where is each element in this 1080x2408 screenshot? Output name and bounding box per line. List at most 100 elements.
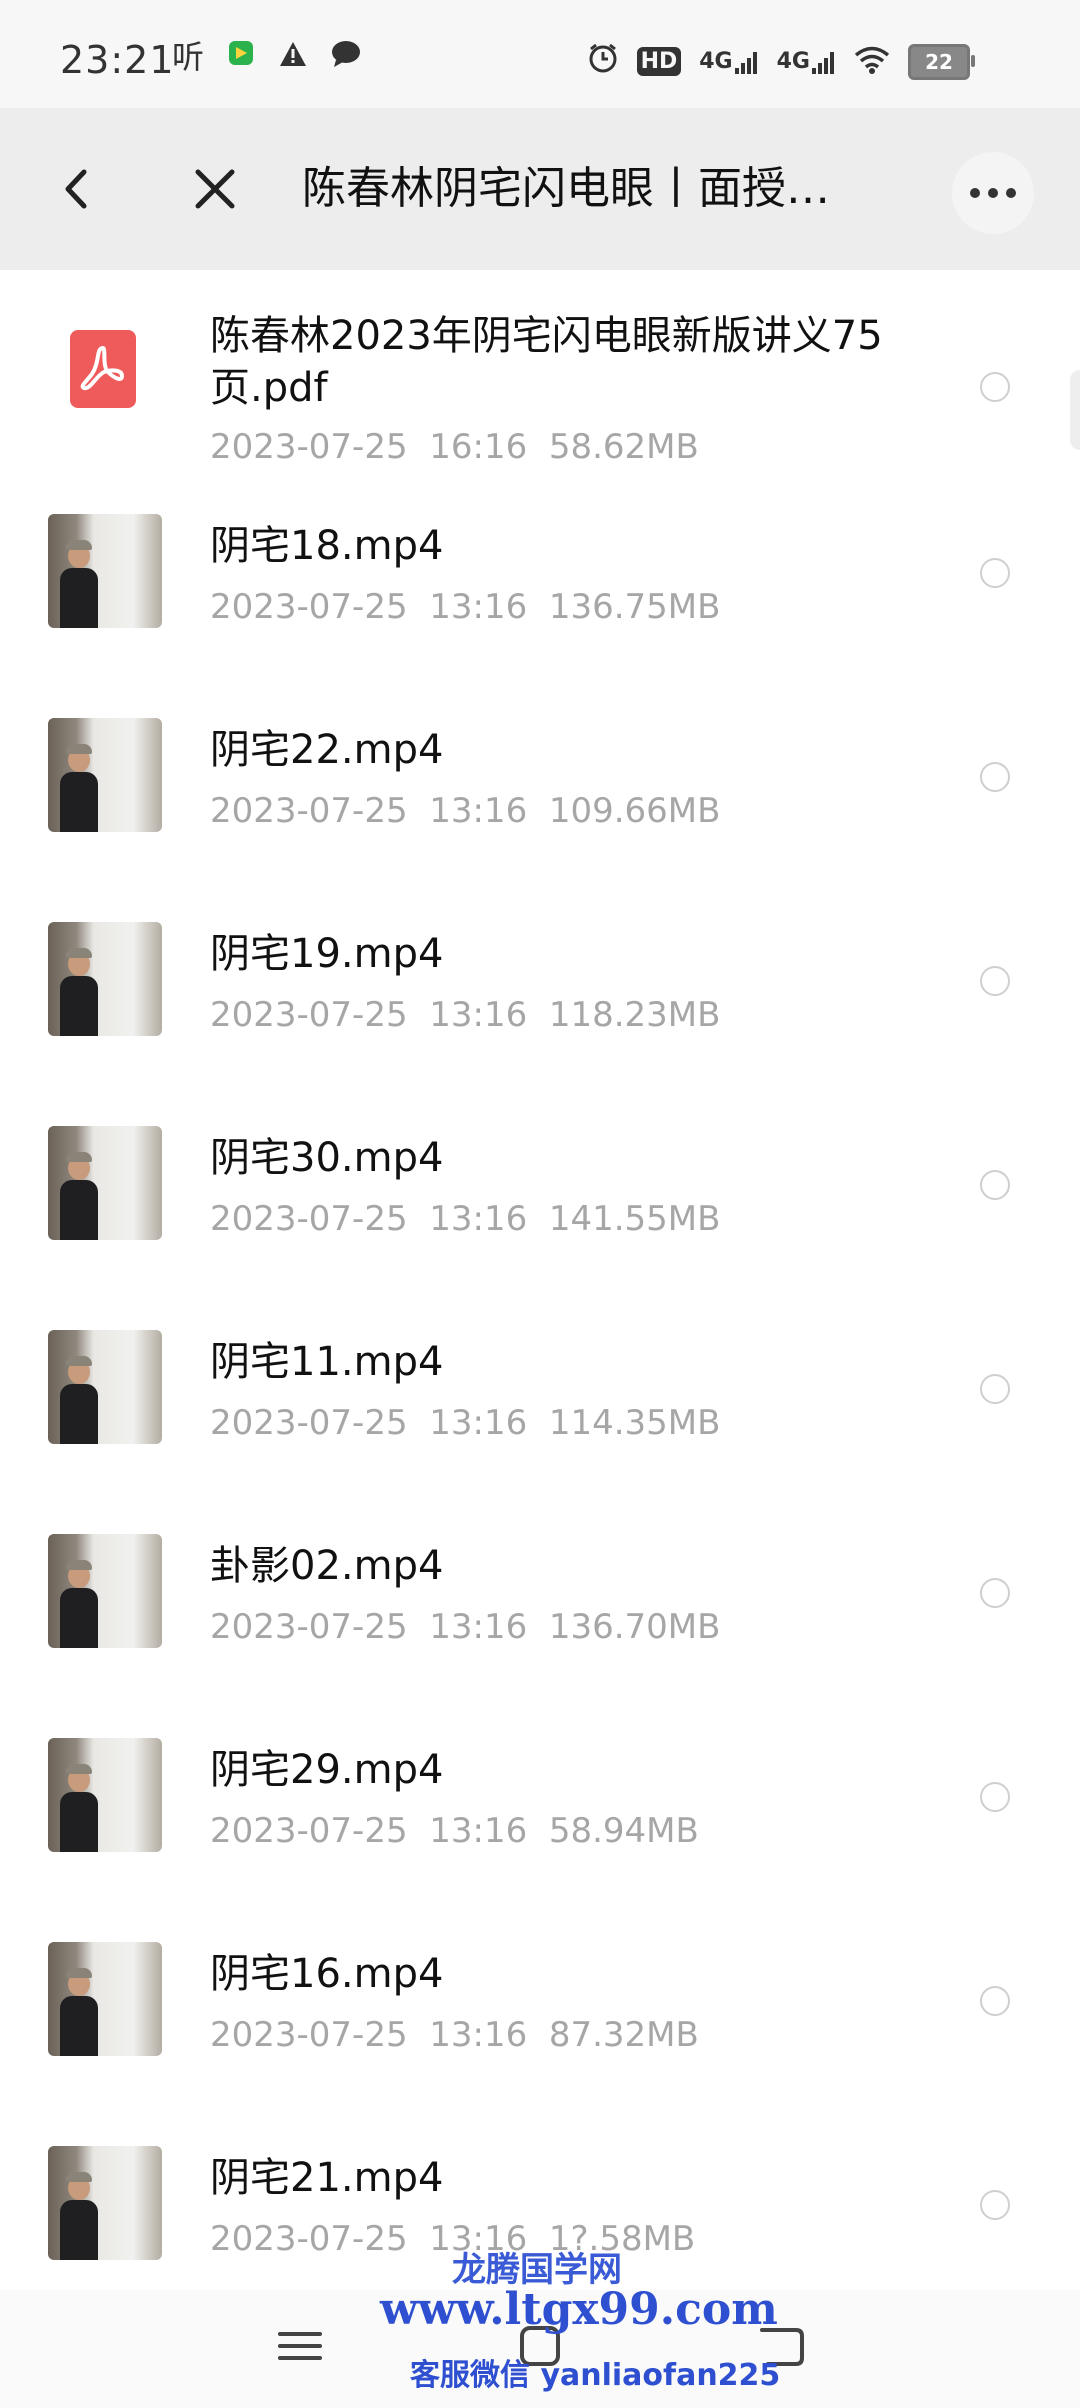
watermark-contact: 客服微信 yanliaofan225 [410,2358,781,2393]
file-time: 13:16 [429,995,528,1035]
file-name: 阴宅16.mp4 [210,1951,444,1997]
back-button[interactable] [48,152,108,226]
watermark-url: www.ltgx99.com [380,2284,778,2335]
close-button[interactable] [178,152,252,226]
battery-icon: 22 [908,43,975,80]
file-meta: 2023-07-25 13:16 136.75MB [210,586,720,628]
video-thumbnail [48,1330,162,1444]
file-meta: 2023-07-25 13:16 136.70MB [210,1606,720,1648]
status-bar: 23:21 听 HD 4G 4G 22 [0,0,1080,108]
file-meta: 2023-07-25 13:16 58.94MB [210,1810,699,1852]
file-size: 136.70MB [548,1607,721,1647]
file-time: 13:16 [429,2015,528,2055]
file-meta: 2023-07-25 13:16 141.55MB [210,1198,720,1240]
status-right-icons: HD 4G 4G 22 [587,42,975,81]
file-row[interactable]: 阴宅29.mp4 2023-07-25 13:16 58.94MB [0,1698,1080,1902]
video-thumbnail [48,1942,162,2056]
pdf-icon [70,330,136,408]
video-thumbnail [48,2146,162,2260]
file-name: 阴宅30.mp4 [210,1135,444,1181]
file-row[interactable]: 阴宅22.mp4 2023-07-25 13:16 109.66MB [0,678,1080,882]
file-meta: 2023-07-25 13:16 118.23MB [210,994,720,1036]
close-icon [195,169,235,209]
file-date: 2023-07-25 [210,1403,408,1443]
file-size: 136.75MB [548,587,721,627]
file-date: 2023-07-25 [210,2015,408,2055]
file-time: 13:16 [429,587,528,627]
file-date: 2023-07-25 [210,791,408,831]
video-thumbnail [48,1534,162,1648]
menu-button[interactable] [274,2320,326,2372]
chevron-left-icon [65,169,87,209]
hd-icon: HD [636,47,682,76]
message-icon [330,39,362,75]
file-date: 2023-07-25 [210,427,408,467]
file-size: 109.66MB [548,791,721,831]
select-radio[interactable] [980,1578,1010,1608]
file-time: 13:16 [429,791,528,831]
video-thumbnail [48,922,162,1036]
warning-icon [278,39,308,75]
file-size: 118.23MB [548,995,721,1035]
file-name: 卦影02.mp4 [210,1543,444,1589]
file-row[interactable]: 陈春林2023年阴宅闪电眼新版讲义75页.pdf 2023-07-25 16:1… [0,270,1080,474]
file-date: 2023-07-25 [210,587,408,627]
file-row[interactable]: 阴宅30.mp4 2023-07-25 13:16 141.55MB [0,1086,1080,1290]
video-thumbnail [48,514,162,628]
file-name: 陈春林2023年阴宅闪电眼新版讲义75页.pdf [210,313,883,411]
file-row[interactable]: 阴宅11.mp4 2023-07-25 13:16 114.35MB [0,1290,1080,1494]
alarm-icon [587,42,619,81]
file-name: 阴宅18.mp4 [210,523,444,569]
file-name: 阴宅22.mp4 [210,727,444,773]
file-time: 13:16 [429,1403,528,1443]
file-size: 58.62MB [548,427,699,467]
file-time: 16:16 [429,427,528,467]
menu-icon [278,2332,322,2360]
select-radio[interactable] [980,762,1010,792]
wifi-icon [854,46,890,78]
nav-bar: 陈春林阴宅闪电眼丨面授… [0,108,1080,270]
file-row[interactable]: 阴宅18.mp4 2023-07-25 13:16 136.75MB [0,474,1080,678]
file-row[interactable]: 阴宅16.mp4 2023-07-25 13:16 87.32MB [0,1902,1080,2106]
file-meta: 2023-07-25 13:16 109.66MB [210,790,720,832]
pdf-file-icon [48,314,162,428]
signal1-label: 4G [699,49,733,74]
file-size: 114.35MB [548,1403,721,1443]
file-name: 阴宅29.mp4 [210,1747,444,1793]
signal-icon: 4G [699,49,758,74]
file-date: 2023-07-25 [210,1199,408,1239]
file-date: 2023-07-25 [210,1607,408,1647]
file-name: 阴宅21.mp4 [210,2155,444,2201]
more-icon [970,188,1016,198]
listen-icon: 听 [172,37,205,76]
select-radio[interactable] [980,1986,1010,2016]
status-time: 23:21 [60,38,175,82]
select-radio[interactable] [980,1170,1010,1200]
select-radio[interactable] [980,372,1010,402]
file-meta: 2023-07-25 16:16 58.62MB [210,426,699,468]
file-date: 2023-07-25 [210,995,408,1035]
select-radio[interactable] [980,558,1010,588]
file-name: 阴宅19.mp4 [210,931,444,977]
file-size: 58.94MB [548,1811,699,1851]
file-date: 2023-07-25 [210,1811,408,1851]
file-meta: 2023-07-25 13:16 114.35MB [210,1402,720,1444]
file-date: 2023-07-25 [210,2219,408,2259]
file-row[interactable]: 卦影02.mp4 2023-07-25 13:16 136.70MB [0,1494,1080,1698]
file-row[interactable]: 阴宅19.mp4 2023-07-25 13:16 118.23MB [0,882,1080,1086]
status-left-icons: 听 [172,38,362,75]
more-button[interactable] [952,152,1034,234]
select-radio[interactable] [980,1374,1010,1404]
file-time: 13:16 [429,1607,528,1647]
video-thumbnail [48,718,162,832]
select-radio[interactable] [980,2190,1010,2220]
select-radio[interactable] [980,966,1010,996]
file-name: 阴宅11.mp4 [210,1339,444,1385]
file-size: 87.32MB [548,2015,699,2055]
signal2-icon: 4G [777,49,836,74]
page-title: 陈春林阴宅闪电眼丨面授… [302,163,830,214]
select-radio[interactable] [980,1782,1010,1812]
app-notification-icon [226,38,256,75]
signal2-label: 4G [776,49,810,74]
video-thumbnail [48,1126,162,1240]
